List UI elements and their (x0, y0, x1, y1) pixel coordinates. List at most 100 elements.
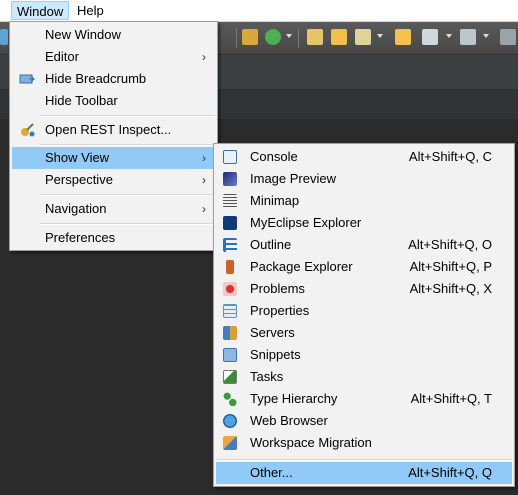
edit-icon[interactable] (422, 29, 438, 45)
run-dropdown-icon[interactable] (286, 34, 292, 38)
menu-item-shortcut: Alt+Shift+Q, T (410, 391, 492, 406)
menu-separator (40, 115, 215, 117)
menu-item-open-rest-inspect[interactable]: Open REST Inspect... (12, 119, 215, 141)
submenu-arrow-icon: › (202, 151, 206, 165)
menu-item-label: Problems (250, 281, 305, 296)
problems-icon (222, 281, 238, 297)
toolbar-separator (236, 28, 237, 48)
menu-item-navigation[interactable]: Navigation › (12, 198, 215, 220)
toolbar-left-icon[interactable] (0, 29, 8, 45)
menu-item-label: Outline (250, 237, 292, 252)
brush-icon[interactable] (355, 29, 371, 45)
menu-item-problems[interactable]: Problems Alt+Shift+Q, X (216, 278, 512, 300)
menu-item-perspective[interactable]: Perspective › (12, 169, 215, 191)
menu-item-label: Minimap (250, 193, 300, 208)
menu-item-workspace-migration[interactable]: Workspace Migration (216, 432, 512, 454)
menu-separator (216, 459, 512, 461)
menu-window[interactable]: Window (11, 1, 70, 20)
menu-item-label: Snippets (250, 347, 301, 362)
menu-item-label: Editor (45, 49, 79, 64)
servers-icon (222, 325, 238, 341)
console-icon (222, 149, 238, 165)
menu-item-myeclipse-explorer[interactable]: MyEclipse Explorer (216, 212, 512, 234)
properties-icon (222, 303, 238, 319)
toolbar-separator (298, 28, 299, 48)
menu-bar: Window Help (0, 0, 518, 22)
menu-help[interactable]: Help (72, 1, 109, 20)
outline-icon (222, 237, 238, 253)
image-preview-icon (222, 171, 238, 187)
menu-item-editor[interactable]: Editor › (12, 46, 215, 68)
next-annotation-icon[interactable] (460, 29, 476, 45)
menu-item-label: Other... (250, 465, 293, 480)
breadcrumb-icon (19, 71, 36, 87)
menu-separator (40, 144, 215, 146)
menu-item-hide-toolbar[interactable]: Hide Toolbar (12, 90, 215, 112)
menu-item-label: Workspace Migration (250, 435, 372, 450)
show-view-menu: Console Alt+Shift+Q, C Image Preview Minima… (213, 143, 515, 487)
menu-item-show-view[interactable]: Show View › (12, 147, 215, 169)
menu-item-outline[interactable]: Outline Alt+Shift+Q, O (216, 234, 512, 256)
minimap-icon (222, 193, 238, 209)
type-hierarchy-icon (222, 391, 238, 407)
menu-item-label: Tasks (250, 369, 284, 384)
folder-icon[interactable] (395, 29, 411, 45)
menu-item-label: New Window (45, 27, 121, 42)
submenu-arrow-icon: › (202, 50, 206, 64)
next-dropdown-icon[interactable] (483, 34, 489, 38)
myeclipse-icon (222, 215, 238, 231)
menu-item-label: Console (250, 149, 298, 164)
menu-item-label: Web Browser (250, 413, 328, 428)
menu-item-package-explorer[interactable]: Package Explorer Alt+Shift+Q, P (216, 256, 512, 278)
submenu-arrow-icon: › (202, 173, 206, 187)
menu-item-snippets[interactable]: Snippets (216, 344, 512, 366)
menu-item-servers[interactable]: Servers (216, 322, 512, 344)
run-icon[interactable] (265, 29, 281, 45)
web-browser-icon (222, 413, 238, 429)
menu-item-shortcut: Alt+Shift+Q, O (408, 237, 492, 252)
menu-item-preferences[interactable]: Preferences (12, 227, 215, 249)
menu-item-shortcut: Alt+Shift+Q, X (409, 281, 492, 296)
open-folder-icon[interactable] (331, 29, 347, 45)
menu-item-label: Properties (250, 303, 310, 318)
menu-separator (40, 223, 215, 225)
menu-item-label: Package Explorer (250, 259, 353, 274)
menu-item-label: Type Hierarchy (250, 391, 338, 406)
menu-item-label: Hide Breadcrumb (45, 71, 147, 86)
workspace-migration-icon (222, 435, 238, 451)
menu-item-minimap[interactable]: Minimap (216, 190, 512, 212)
menu-item-label: Image Preview (250, 171, 336, 186)
open-type-icon[interactable] (307, 29, 323, 45)
menu-item-label: Preferences (45, 230, 116, 245)
menu-item-label: Open REST Inspect... (45, 122, 172, 137)
menu-item-label: MyEclipse Explorer (250, 215, 362, 230)
build-icon[interactable] (242, 29, 258, 45)
menu-item-type-hierarchy[interactable]: Type Hierarchy Alt+Shift+Q, T (216, 388, 512, 410)
menu-item-properties[interactable]: Properties (216, 300, 512, 322)
menu-item-label: Show View (45, 150, 110, 165)
menu-item-shortcut: Alt+Shift+Q, P (409, 259, 492, 274)
menu-item-label: Hide Toolbar (45, 93, 118, 108)
menu-item-tasks[interactable]: Tasks (216, 366, 512, 388)
menu-item-new-window[interactable]: New Window (12, 24, 215, 46)
menu-separator (40, 194, 215, 196)
rest-inspect-icon (19, 122, 35, 138)
brush-dropdown-icon[interactable] (377, 34, 383, 38)
window-menu: New Window Editor › Hide Breadcrumb Hide… (9, 21, 218, 251)
menu-item-label: Navigation (45, 201, 107, 216)
menu-item-console[interactable]: Console Alt+Shift+Q, C (216, 146, 512, 168)
menu-item-label: Servers (250, 325, 295, 340)
package-explorer-icon (222, 259, 238, 275)
menu-item-other[interactable]: Other... Alt+Shift+Q, Q (216, 462, 512, 484)
submenu-arrow-icon: › (202, 202, 206, 216)
menu-item-shortcut: Alt+Shift+Q, Q (408, 465, 492, 480)
menu-item-hide-breadcrumb[interactable]: Hide Breadcrumb (12, 68, 215, 90)
menu-item-web-browser[interactable]: Web Browser (216, 410, 512, 432)
snippets-icon (222, 347, 238, 363)
menu-item-image-preview[interactable]: Image Preview (216, 168, 512, 190)
back-icon[interactable] (500, 29, 516, 45)
menu-item-label: Perspective (45, 172, 113, 187)
tasks-icon (222, 369, 238, 385)
edit-dropdown-icon[interactable] (446, 34, 452, 38)
other-views-icon (222, 465, 238, 481)
